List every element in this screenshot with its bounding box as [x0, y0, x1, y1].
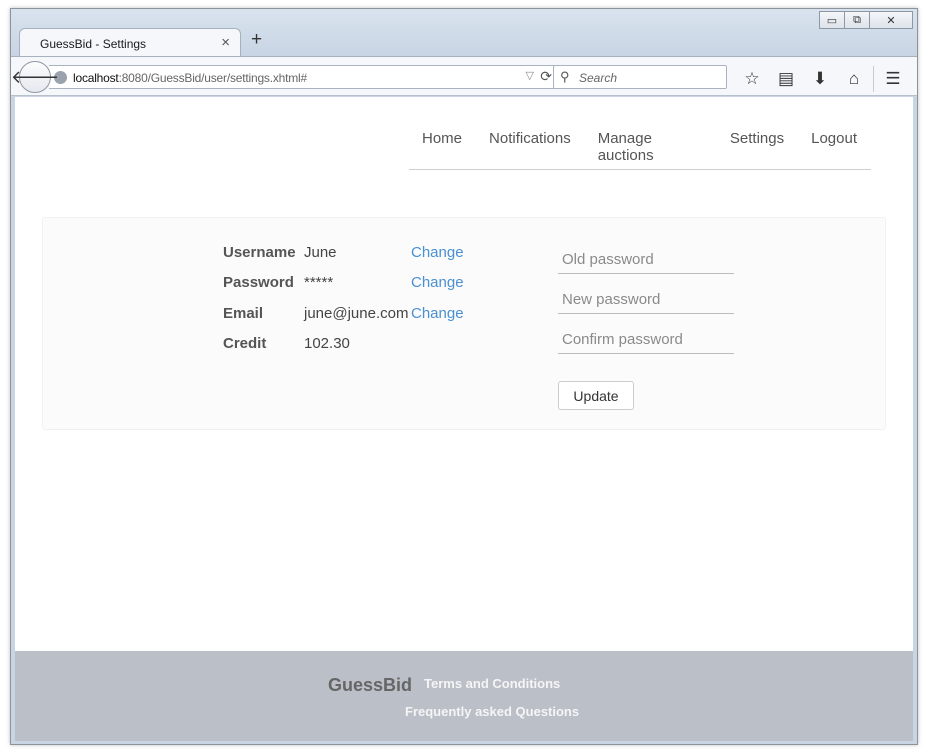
- nav-settings[interactable]: Settings: [730, 130, 784, 164]
- change-username-link[interactable]: Change: [411, 244, 464, 261]
- change-password-link[interactable]: Change: [411, 274, 464, 291]
- back-arrow-icon: 🡐: [10, 66, 60, 87]
- confirm-password-input[interactable]: [558, 326, 734, 353]
- footer-brand: GuessBid: [328, 675, 413, 695]
- username-value: June: [304, 244, 337, 261]
- close-window-icon[interactable]: ✕: [869, 11, 913, 29]
- credit-value: 102.30: [304, 335, 350, 352]
- tab-close-icon[interactable]: ×: [221, 34, 230, 51]
- password-label: Password: [223, 274, 294, 291]
- new-password-input[interactable]: [558, 286, 734, 313]
- nav-notifications[interactable]: Notifications: [489, 130, 571, 164]
- search-icon: ⚲: [560, 69, 570, 84]
- new-password-field: [558, 286, 734, 314]
- tab-title: GuessBid - Settings: [40, 37, 147, 51]
- password-value: *****: [304, 274, 334, 291]
- download-icon[interactable]: ⬇: [803, 68, 837, 90]
- username-label: Username: [223, 244, 296, 261]
- nav-logout[interactable]: Logout: [811, 130, 857, 164]
- title-bar: ▭ ⧉ ✕ GuessBid - Settings × +: [11, 9, 917, 58]
- new-tab-icon[interactable]: +: [251, 29, 262, 51]
- back-button[interactable]: 🡐: [11, 61, 59, 93]
- update-button[interactable]: Update: [558, 381, 634, 410]
- search-placeholder: Search: [579, 71, 618, 85]
- nav-home[interactable]: Home: [422, 130, 462, 164]
- home-icon[interactable]: ⌂: [837, 68, 871, 90]
- maximize-icon[interactable]: ⧉: [844, 11, 870, 29]
- url-dropdown-icon[interactable]: ▽: [526, 69, 534, 82]
- reading-list-icon[interactable]: ▤: [769, 68, 803, 90]
- credit-label: Credit: [223, 335, 267, 352]
- toolbar-icons: ☆ ▤ ⬇ ⌂ ☰: [735, 66, 910, 92]
- site-footer: GuessBid Terms and Conditions Frequently…: [15, 651, 913, 741]
- reload-icon[interactable]: ⟳: [540, 68, 552, 85]
- faq-link[interactable]: Frequently asked Questions: [405, 704, 579, 719]
- menu-icon[interactable]: ☰: [876, 68, 910, 90]
- old-password-field: [558, 246, 734, 274]
- browser-toolbar: localhost:8080/GuessBid/user/settings.xh…: [11, 56, 917, 96]
- terms-link[interactable]: Terms and Conditions: [424, 676, 560, 691]
- browser-tab[interactable]: GuessBid - Settings ×: [19, 28, 241, 58]
- site-navigation: Home Notifications Manage auctions Setti…: [409, 97, 871, 170]
- minimize-icon[interactable]: ▭: [819, 11, 845, 29]
- old-password-input[interactable]: [558, 246, 734, 273]
- email-value: june@june.com: [304, 305, 409, 322]
- search-bar[interactable]: ⚲ Search: [553, 65, 727, 89]
- settings-panel: Username June Change Password ***** Chan…: [42, 217, 886, 430]
- toolbar-separator: [873, 66, 874, 92]
- bookmark-star-icon[interactable]: ☆: [735, 68, 769, 90]
- email-label: Email: [223, 305, 264, 322]
- change-email-link[interactable]: Change: [411, 305, 464, 322]
- nav-manage-auctions[interactable]: Manage auctions: [598, 130, 703, 164]
- browser-window: ▭ ⧉ ✕ GuessBid - Settings × + localhost:…: [10, 8, 918, 745]
- url-text: localhost:8080/GuessBid/user/settings.xh…: [73, 71, 307, 85]
- page-viewport: Home Notifications Manage auctions Setti…: [15, 97, 913, 741]
- confirm-password-field: [558, 326, 734, 354]
- window-controls: ▭ ⧉ ✕: [819, 11, 913, 29]
- url-bar[interactable]: localhost:8080/GuessBid/user/settings.xh…: [49, 65, 559, 89]
